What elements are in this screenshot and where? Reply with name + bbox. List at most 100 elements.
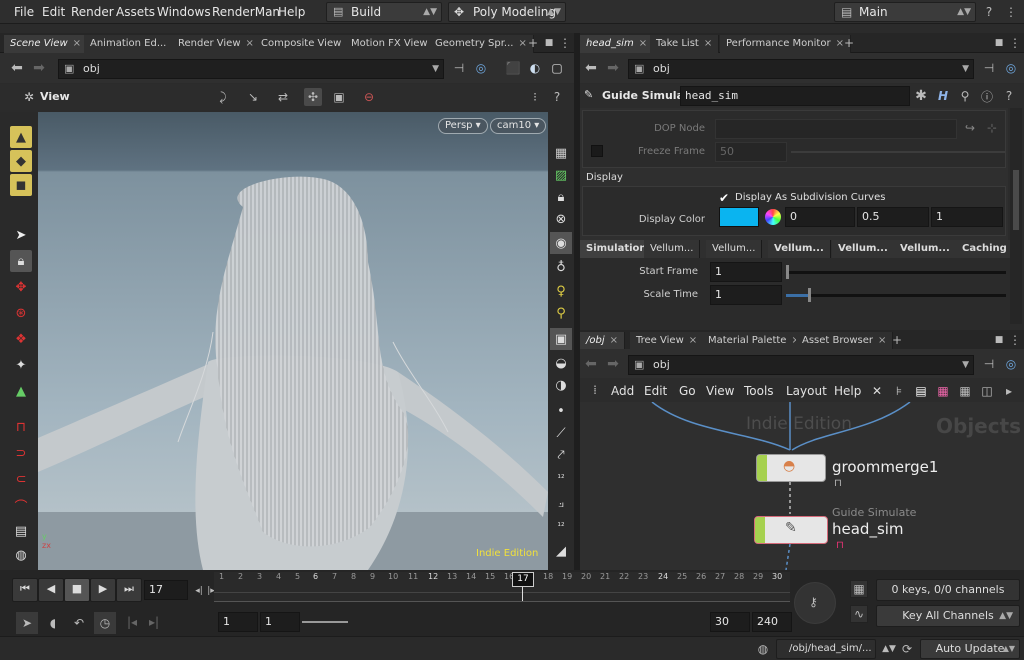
tab-tree-view[interactable]: Tree View × [630, 332, 705, 350]
range-start-visible-field[interactable]: 1 [260, 612, 300, 632]
close-icon[interactable]: × [246, 38, 254, 49]
tab-take-list[interactable]: Take List × [650, 35, 720, 53]
parameter-scrollbar[interactable] [1010, 108, 1022, 324]
network-menu-go[interactable]: Go [679, 384, 696, 398]
houdini-help-icon[interactable]: H [934, 87, 952, 105]
magnet-icon[interactable]: ⊓ [10, 416, 32, 438]
help-icon[interactable]: ? [1000, 87, 1018, 105]
pane-grip-icon[interactable]: ⋮ [1006, 34, 1024, 52]
link-icon[interactable]: ◎ [1002, 59, 1020, 77]
graph-icon[interactable]: ∿ [850, 605, 868, 623]
close-icon[interactable]: × [689, 335, 697, 346]
prim-normals-icon[interactable]: ⟓ [550, 492, 572, 514]
add-tab-icon[interactable]: + [888, 331, 906, 349]
clipboard-icon[interactable]: ▤ [10, 520, 32, 542]
menu-file[interactable]: File [14, 5, 34, 19]
back-arrow-icon[interactable]: ⬅ [8, 59, 26, 77]
info-list-icon[interactable]: ⁝ [526, 88, 544, 106]
ghost-icon[interactable]: ▨ [550, 164, 572, 186]
more-icon[interactable]: ▸ [1000, 382, 1018, 400]
current-frame-field[interactable]: 17 [144, 580, 188, 600]
view-tool-icon[interactable]: ✲ [20, 88, 38, 106]
visibility-icon[interactable]: ◑ [550, 374, 572, 396]
tree-icon[interactable]: ⊧ [890, 382, 908, 400]
search-icon[interactable]: ⚲ [956, 87, 974, 105]
back-arrow-icon[interactable]: ⬅ [582, 355, 600, 373]
link-icon[interactable]: ◎ [1002, 355, 1020, 373]
range-slider[interactable] [302, 621, 348, 623]
prev-key-icon[interactable]: |◂ [122, 612, 142, 632]
pick-node-icon[interactable]: ⊹ [983, 119, 1001, 137]
pointer-select-icon[interactable]: ➤ [16, 612, 38, 634]
stop-icon[interactable]: ■ [64, 578, 90, 602]
freeze-frame-slider[interactable] [791, 151, 1005, 153]
info-icon[interactable]: ⓘ [978, 87, 996, 105]
subtab-caching[interactable]: Caching [956, 240, 1014, 258]
menu-render[interactable]: Render [71, 5, 114, 19]
pointer-icon[interactable]: ➤ [10, 224, 32, 246]
persp-menu[interactable]: Persp ▾ [438, 118, 488, 134]
tab-asset-browser[interactable]: Asset Browser × [796, 332, 894, 350]
menu-assets[interactable]: Assets [116, 5, 155, 19]
close-icon[interactable]: × [610, 335, 618, 346]
select-points-icon[interactable]: ▲ [10, 126, 32, 148]
forward-arrow-icon[interactable]: ➡ [604, 59, 622, 77]
tab-geometry-spreadsheet[interactable]: Geometry Spr... × [429, 35, 534, 53]
subtab-vellum-4[interactable]: Vellum... [832, 240, 895, 258]
lock-icon[interactable]: ⊓ [834, 478, 842, 489]
chat-icon[interactable]: ◍ [754, 640, 772, 658]
playhead-marker[interactable]: 17 [512, 572, 534, 587]
gear-icon[interactable]: ✱ [912, 87, 930, 105]
snap-icon[interactable]: ✣ [304, 88, 322, 106]
start-frame-slider[interactable] [786, 265, 1006, 279]
tab-material-palette[interactable]: Material Palette× [702, 332, 807, 350]
chevron-updown-icon[interactable]: ▲▼ [880, 640, 898, 658]
network-canvas[interactable]: Indie Edition Objects ◓ groommerge1 ⊓ ✎ … [580, 402, 1024, 570]
tab-scene-view[interactable]: Scene View × [4, 35, 89, 53]
display-color-swatch[interactable] [719, 207, 759, 227]
light-icon[interactable]: ♁ [550, 256, 572, 278]
scale-time-slider[interactable] [786, 288, 1006, 302]
freeze-frame-field[interactable]: 50 [715, 142, 787, 162]
help-icon[interactable]: ? [980, 3, 998, 21]
scroll-thumb[interactable] [1013, 170, 1019, 230]
display-color-g[interactable]: 0.5 [857, 207, 929, 227]
range-end-field[interactable]: 240 [752, 612, 792, 632]
node-groommerge1[interactable]: ◓ [756, 454, 826, 482]
play-icon[interactable]: ▶ [90, 578, 116, 602]
pin-icon[interactable]: ⊣ [450, 59, 468, 77]
audio-scrub-dial[interactable]: ⚷ [794, 582, 836, 624]
network-menu-layout[interactable]: Layout [786, 384, 827, 398]
wrench-icon[interactable]: ✕ [868, 382, 886, 400]
dop-node-field[interactable] [715, 119, 957, 139]
color-palette-icon[interactable]: ▦ [934, 382, 952, 400]
link-icon[interactable]: ◎ [472, 59, 490, 77]
lock-icon[interactable]: 🔒︎ [10, 250, 32, 272]
loop-icon[interactable]: ↶ [68, 612, 90, 634]
display-options-icon[interactable]: ◐ [526, 59, 544, 77]
subtab-vellum-2[interactable]: Vellum... [706, 240, 763, 258]
node-head-sim[interactable]: ✎ [754, 516, 828, 544]
handle-icon[interactable]: ▲ [10, 380, 32, 402]
close-icon[interactable]: × [639, 38, 647, 49]
brush-display-icon[interactable]: ⟋ [550, 422, 572, 444]
network-path-field[interactable]: ▣ obj ▼ [628, 355, 974, 375]
dolly-icon[interactable]: ⇄ [274, 88, 292, 106]
brush-icon[interactable]: ⊃ [10, 442, 32, 464]
key-all-channels-button[interactable]: Key All Channels ▲▼ [876, 605, 1020, 627]
vertex-icon[interactable]: ◢ [550, 540, 572, 562]
rotate-icon[interactable]: ⊛ [10, 302, 32, 324]
jump-start-icon[interactable]: ⏮ [12, 578, 38, 602]
jump-icon[interactable]: ↪ [961, 119, 979, 137]
lock-camera-icon[interactable]: 🔒︎ [550, 186, 572, 208]
freeze-frame-checkbox[interactable] [591, 145, 603, 157]
viewer-help-icon[interactable]: ? [548, 88, 566, 106]
color-wheel-icon[interactable] [765, 209, 781, 225]
add-tab-icon[interactable]: + [840, 34, 858, 52]
start-frame-field[interactable]: 1 [710, 262, 782, 282]
select-faces-icon[interactable]: ◼ [10, 174, 32, 196]
pan-icon[interactable]: ↘ [244, 88, 262, 106]
menu-renderman[interactable]: RenderMan [212, 5, 280, 19]
scale-time-handle[interactable] [808, 288, 811, 302]
select-edges-icon[interactable]: ◆ [10, 150, 32, 172]
